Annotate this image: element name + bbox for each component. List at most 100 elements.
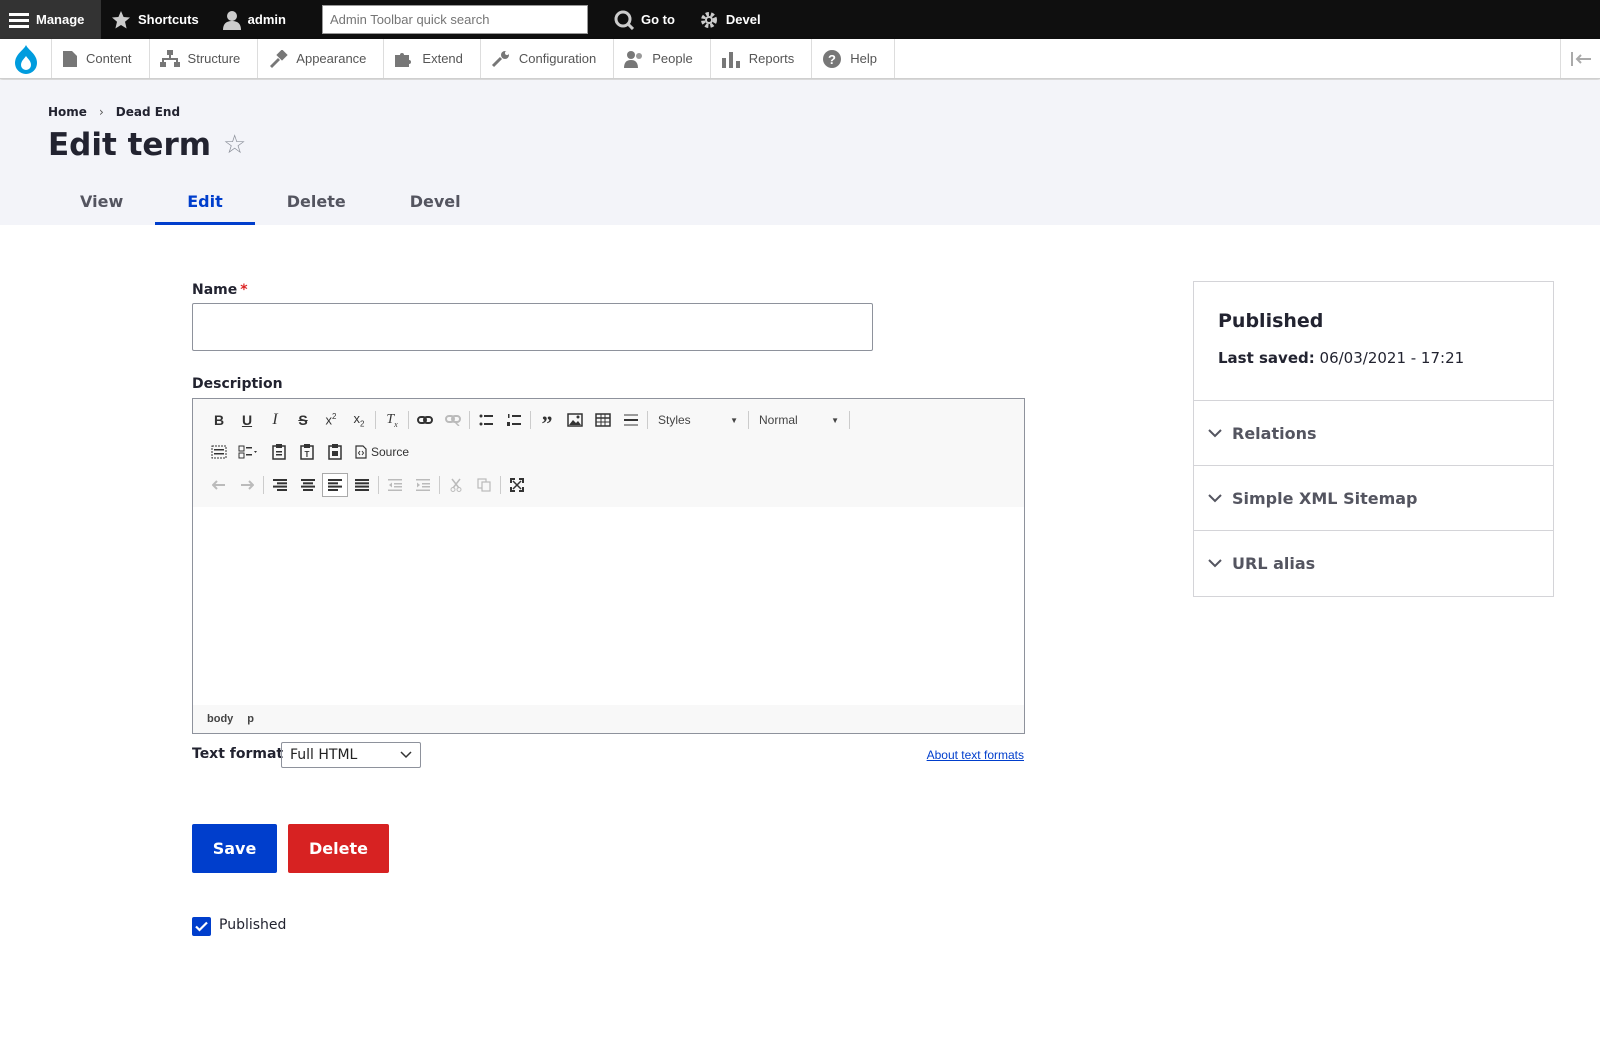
align-right-button[interactable] — [266, 473, 294, 497]
styles-label: Styles — [658, 413, 691, 427]
chevron-down-icon — [1208, 559, 1222, 568]
tray-item-people[interactable]: People — [614, 39, 711, 78]
justify-icon — [355, 479, 369, 491]
tray-item-label: People — [652, 51, 693, 66]
required-marker: * — [240, 282, 248, 298]
ckeditor: B U I S x2 x2 Tx ” Styles ▼ Normal ▼ T S… — [192, 398, 1025, 734]
strikethrough-button[interactable]: S — [289, 408, 317, 432]
text-format-label: Text format — [192, 746, 284, 762]
description-label: Description — [192, 376, 283, 392]
path-item-body[interactable]: body — [207, 713, 233, 725]
tray-item-structure[interactable]: Structure — [150, 39, 259, 78]
link-button[interactable] — [411, 408, 439, 432]
redo-button[interactable] — [233, 473, 261, 497]
shortcuts-menu-button[interactable]: Shortcuts — [101, 0, 213, 39]
bold-button[interactable]: B — [205, 408, 233, 432]
bulleted-list-button[interactable] — [472, 408, 500, 432]
maximize-button[interactable] — [503, 473, 531, 497]
unlink-icon — [445, 415, 461, 426]
text-format-select[interactable]: Full HTML — [281, 742, 421, 768]
breadcrumb-home-link[interactable]: Home — [48, 105, 87, 119]
indent-button[interactable] — [409, 473, 437, 497]
subscript-button[interactable]: x2 — [345, 408, 373, 432]
devel-menu-button[interactable]: Devel — [689, 0, 775, 39]
chevron-down-icon — [1208, 493, 1222, 502]
tab-devel[interactable]: Devel — [378, 178, 493, 225]
show-blocks-button[interactable] — [205, 440, 233, 464]
table-button[interactable] — [589, 408, 617, 432]
tab-edit[interactable]: Edit — [155, 178, 255, 225]
copy-button[interactable] — [470, 473, 498, 497]
remove-format-button[interactable]: Tx — [378, 408, 406, 432]
tray-item-configuration[interactable]: Configuration — [481, 39, 615, 78]
tab-delete[interactable]: Delete — [255, 178, 378, 225]
editor-element-path: body p — [207, 713, 254, 725]
published-checkbox-label[interactable]: Published — [219, 917, 286, 933]
justify-button[interactable] — [348, 473, 376, 497]
goto-menu-button[interactable]: Go to — [604, 0, 689, 39]
user-icon — [222, 10, 241, 30]
toolbar-separator — [439, 476, 440, 494]
align-right-icon — [273, 479, 287, 491]
tray-item-label: Help — [850, 51, 877, 66]
breadcrumb-current-link[interactable]: Dead End — [116, 105, 180, 119]
source-button[interactable]: Source — [349, 440, 415, 464]
maximize-icon — [510, 478, 524, 492]
star-icon — [112, 10, 130, 28]
styles-dropdown[interactable]: Styles ▼ — [650, 408, 746, 432]
paste-from-word-button[interactable] — [321, 440, 349, 464]
tray-orientation-toggle[interactable] — [1560, 39, 1600, 78]
paste-text-icon: T — [300, 444, 314, 460]
horizontal-rule-button[interactable] — [617, 408, 645, 432]
numbered-list-button[interactable] — [500, 408, 528, 432]
entity-meta-sidebar: Published Last saved: 06/03/2021 - 17:21… — [1193, 281, 1554, 597]
paste-button[interactable] — [265, 440, 293, 464]
tab-view[interactable]: View — [48, 178, 155, 225]
unlink-button[interactable] — [439, 408, 467, 432]
name-input[interactable] — [192, 303, 873, 351]
tray-item-help[interactable]: ? Help — [812, 39, 895, 78]
published-checkbox[interactable] — [192, 917, 211, 936]
manage-menu-button[interactable]: Manage — [0, 0, 101, 39]
undo-button[interactable] — [205, 473, 233, 497]
tray-item-label: Extend — [422, 51, 463, 66]
drupal-logo-link[interactable] — [0, 39, 52, 78]
superscript-button[interactable]: x2 — [317, 408, 345, 432]
align-center-button[interactable] — [294, 473, 322, 497]
path-item-p[interactable]: p — [247, 713, 254, 725]
editor-content-area[interactable] — [193, 507, 1024, 705]
italic-button[interactable]: I — [261, 408, 289, 432]
hamburger-icon — [9, 12, 29, 28]
sidebar-section-relations[interactable]: Relations — [1194, 401, 1553, 466]
tray-item-reports[interactable]: Reports — [711, 39, 813, 78]
blockquote-button[interactable]: ” — [533, 408, 561, 435]
paste-text-button[interactable]: T — [293, 440, 321, 464]
user-menu-button[interactable]: admin — [213, 0, 300, 39]
tray-item-content[interactable]: Content — [52, 39, 150, 78]
breadcrumb: Home › Dead End — [48, 105, 180, 119]
goto-search-icon — [614, 10, 634, 30]
align-left-button[interactable] — [322, 473, 348, 497]
toolbar-separator — [500, 476, 501, 494]
tray-item-appearance[interactable]: Appearance — [258, 39, 385, 78]
reports-icon — [721, 51, 740, 68]
admin-toolbar-search-input[interactable] — [321, 5, 588, 34]
about-text-formats-link[interactable]: About text formats — [927, 748, 1024, 762]
sidebar-section-simple-xml-sitemap[interactable]: Simple XML Sitemap — [1194, 466, 1553, 531]
help-icon: ? — [823, 49, 842, 68]
cut-button[interactable] — [442, 473, 470, 497]
paragraph-format-dropdown[interactable]: Normal ▼ — [751, 408, 847, 432]
delete-button[interactable]: Delete — [288, 824, 389, 873]
sidebar-section-url-alias[interactable]: URL alias — [1194, 531, 1553, 596]
align-center-icon — [301, 479, 315, 491]
tray-item-label: Configuration — [518, 51, 597, 66]
image-button[interactable] — [561, 408, 589, 432]
underline-button[interactable]: U — [233, 408, 261, 432]
outdent-button[interactable] — [381, 473, 409, 497]
templates-dropdown-button[interactable] — [233, 440, 265, 464]
publish-status: Published — [1218, 310, 1324, 332]
tray-item-extend[interactable]: Extend — [384, 39, 481, 78]
save-button[interactable]: Save — [192, 824, 277, 873]
shortcut-star-icon[interactable]: ☆ — [223, 130, 246, 160]
admin-toolbar: Manage Shortcuts admin Go to Devel — [0, 0, 1600, 39]
